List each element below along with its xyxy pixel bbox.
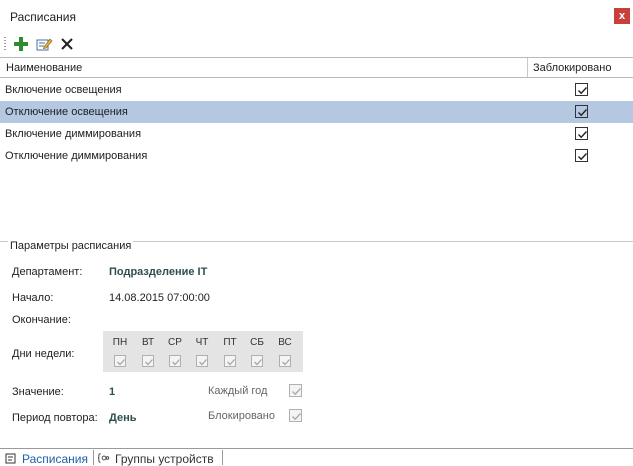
toolbar (0, 32, 633, 56)
row-name: Включение освещения (5, 84, 122, 96)
window-titlebar: Расписания x (0, 0, 633, 32)
tab-schedules[interactable]: Расписания (0, 449, 93, 466)
day-checkbox-thu (196, 355, 208, 367)
column-separator[interactable] (527, 58, 528, 77)
close-icon: x (618, 10, 626, 22)
delete-button[interactable] (58, 35, 76, 53)
day-label-thu: ЧТ (195, 337, 209, 348)
blocked-label: Блокировано (208, 410, 275, 422)
tab-separator (222, 450, 223, 465)
checkmark-icon (578, 109, 588, 117)
row-locked-checkbox[interactable] (575, 83, 588, 96)
checkmark-icon (199, 359, 207, 366)
add-button[interactable] (12, 35, 30, 53)
window-title: Расписания (10, 10, 76, 24)
day-label-mon: ПН (112, 337, 128, 348)
table-row[interactable]: Отключение диммирования (0, 145, 633, 167)
day-label-sat: СБ (250, 337, 264, 348)
row-locked-checkbox[interactable] (575, 105, 588, 118)
day-checkbox-sun (279, 355, 291, 367)
checkmark-icon (227, 359, 235, 366)
table-row[interactable]: Включение диммирования (0, 123, 633, 145)
checkmark-icon (578, 87, 588, 95)
checkmark-icon (172, 359, 180, 366)
day-label-wed: СР (168, 337, 182, 348)
tab-label: Группы устройств (115, 452, 214, 466)
tab-device-groups[interactable]: Группы устройств (94, 449, 222, 466)
checkmark-icon (292, 388, 301, 396)
value-field: 1 (109, 386, 116, 398)
group-legend: Параметры расписания (8, 240, 134, 252)
start-label: Начало: (12, 292, 54, 304)
period-label: Период повтора: (12, 412, 98, 424)
row-name: Отключение диммирования (5, 150, 148, 162)
close-button[interactable]: x (614, 8, 630, 24)
every-year-label: Каждый год (208, 385, 268, 397)
day-checkbox-sat (251, 355, 263, 367)
column-header-locked[interactable]: Заблокировано (533, 62, 611, 74)
period-value: День (109, 412, 137, 424)
checkmark-icon (578, 131, 588, 139)
blocked-checkbox (289, 409, 302, 422)
days-label: Дни недели: (12, 348, 75, 360)
checkmark-icon (292, 413, 301, 421)
device-group-icon (98, 453, 110, 463)
department-label: Департамент: (12, 266, 83, 278)
day-checkbox-fri (224, 355, 236, 367)
weekdays-panel: ПН ВТ СР ЧТ ПТ СБ ВС (103, 331, 303, 372)
checkmark-icon (117, 359, 125, 366)
bottom-tabs: Расписания Группы устройств (0, 448, 633, 466)
schedules-grid: Наименование Заблокировано Включение осв… (0, 57, 633, 240)
grid-header: Наименование Заблокировано (0, 57, 633, 78)
table-row[interactable]: Включение освещения (0, 79, 633, 101)
day-label-fri: ПТ (223, 337, 237, 348)
value-label: Значение: (12, 386, 64, 398)
edit-icon (36, 38, 53, 51)
toolbar-grip[interactable] (4, 37, 6, 51)
day-label-sun: ВС (278, 337, 292, 348)
day-label-tue: ВТ (141, 337, 155, 348)
day-checkbox-tue (142, 355, 154, 367)
every-year-checkbox (289, 384, 302, 397)
checkmark-icon (254, 359, 262, 366)
end-label: Окончание: (12, 314, 71, 326)
column-header-name[interactable]: Наименование (6, 62, 82, 74)
checkmark-icon (145, 359, 153, 366)
start-value: 14.08.2015 07:00:00 (109, 292, 210, 304)
checkmark-icon (578, 153, 588, 161)
row-locked-checkbox[interactable] (575, 127, 588, 140)
edit-button[interactable] (35, 35, 53, 53)
day-checkbox-mon (114, 355, 126, 367)
tab-label: Расписания (22, 452, 88, 466)
row-name: Отключение освещения (5, 106, 128, 118)
row-locked-checkbox[interactable] (575, 149, 588, 162)
row-name: Включение диммирования (5, 128, 142, 140)
plus-icon (14, 37, 28, 51)
checkmark-icon (282, 359, 290, 366)
schedule-icon (5, 453, 16, 464)
department-value: Подразделение IT (109, 266, 208, 278)
schedule-parameters-group: Параметры расписания Департамент: Подраз… (0, 240, 633, 447)
day-checkbox-wed (169, 355, 181, 367)
table-row[interactable]: Отключение освещения (0, 101, 633, 123)
delete-icon (61, 38, 73, 50)
